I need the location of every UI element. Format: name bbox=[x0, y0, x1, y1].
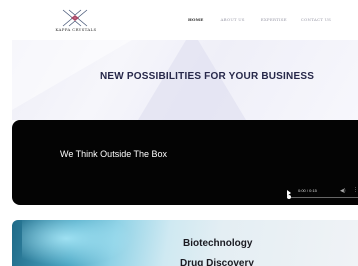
service-drug-discovery: Drug Discovery bbox=[180, 258, 254, 266]
video-time: 0:00 / 0:15 bbox=[298, 188, 317, 193]
site-header: KAPPA CRYSTALS HOME ABOUT US EXPERTISE C… bbox=[0, 0, 358, 40]
hero-title: NEW POSSIBILITIES FOR YOUR BUSINESS bbox=[100, 71, 315, 82]
video-player[interactable]: We Think Outside The Box 0:00 / 0:15 ◀) … bbox=[12, 120, 358, 205]
main-nav: HOME ABOUT US EXPERTISE CONTACT US bbox=[188, 17, 345, 22]
hero-section: NEW POSSIBILITIES FOR YOUR BUSINESS bbox=[12, 40, 358, 120]
kappa-crystals-logo[interactable] bbox=[60, 8, 90, 28]
nav-expertise[interactable]: EXPERTISE bbox=[261, 17, 287, 22]
volume-icon[interactable]: ◀) bbox=[340, 188, 346, 194]
services-banner: Biotechnology Drug Discovery bbox=[12, 220, 358, 266]
more-options-icon[interactable]: ⋮ bbox=[353, 187, 358, 193]
nav-about-us[interactable]: ABOUT US bbox=[221, 17, 245, 22]
service-biotechnology: Biotechnology bbox=[183, 238, 253, 249]
video-caption: We Think Outside The Box bbox=[60, 149, 168, 159]
logo-wordmark: KAPPA CRYSTALS bbox=[55, 27, 97, 32]
video-controls: 0:00 / 0:15 ◀) ⋮ bbox=[287, 187, 358, 201]
nav-contact-us[interactable]: CONTACT US bbox=[301, 17, 331, 22]
progress-knob[interactable] bbox=[287, 195, 291, 199]
nav-home[interactable]: HOME bbox=[188, 17, 204, 22]
banner-glow bbox=[22, 220, 132, 266]
progress-bar[interactable] bbox=[287, 197, 358, 198]
